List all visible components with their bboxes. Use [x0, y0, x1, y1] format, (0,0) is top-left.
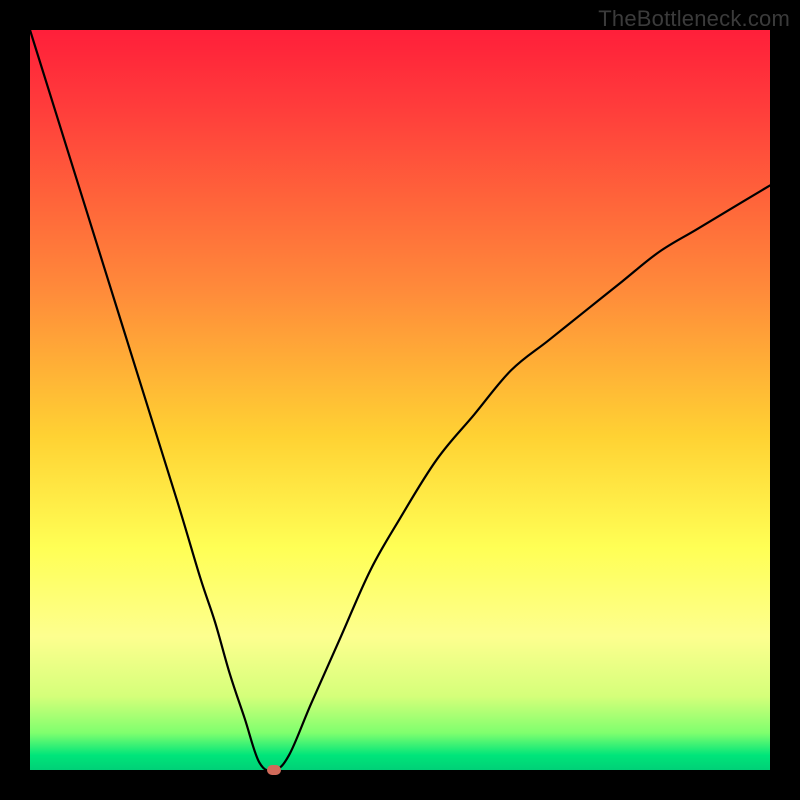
watermark-label: TheBottleneck.com — [598, 6, 790, 32]
chart-frame: TheBottleneck.com — [0, 0, 800, 800]
bottleneck-curve — [30, 30, 770, 770]
minimum-marker — [267, 765, 281, 775]
curve-path — [30, 30, 770, 771]
